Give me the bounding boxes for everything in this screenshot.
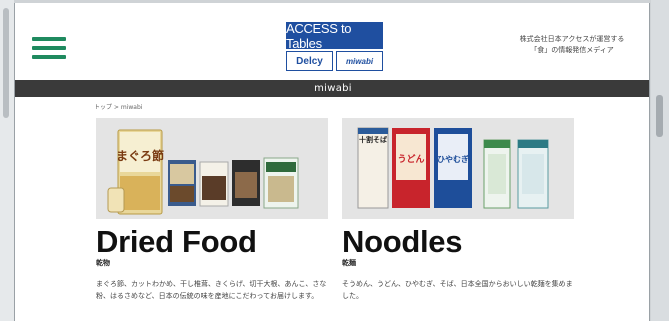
left-panel-edge [0,0,14,321]
left-scroll-thumb[interactable] [3,8,9,118]
scrollbar-thumb[interactable] [656,95,663,137]
tagline-line-1: 株式会社日本アクセスが運営する [519,35,625,43]
site-tagline: 株式会社日本アクセスが運営する 「食」の情報発信メディア [517,34,627,56]
photo-label-1: 十割そば [359,135,387,144]
card-title[interactable]: Dried Food [96,226,328,258]
dried-food-photo[interactable]: まぐろ節 [96,118,328,219]
tagline-line-2: 「食」の情報発信メディア [530,46,614,54]
card-title[interactable]: Noodles [342,226,574,258]
dried-food-products-image: まぐろ節 [107,129,299,215]
logo-wordmark: ACCESS to Tables [286,21,383,51]
card-description: そうめん、うどん、ひやむぎ、そば、日本全国からおいしい乾麺を集めました。 [342,280,573,300]
photo-label-1: まぐろ節 [116,148,164,163]
noodles-photo[interactable]: 十割そば うどん ひやむぎ [342,118,574,219]
card-subtitle: 乾麺 [342,259,356,267]
logo-chip-miwabi: miwabi [336,51,383,71]
site-logo[interactable]: ACCESS to Tables Delcy miwabi [286,21,383,71]
category-card-dried-food[interactable]: まぐろ節 Dried Food 乾物 まぐろ節、カットわかめ、干し椎茸、きくらげ… [96,118,328,302]
card-subtitle: 乾物 [96,259,110,267]
logo-chip-delcy: Delcy [286,51,333,71]
logo-brand-chips: Delcy miwabi [286,51,383,71]
photo-label-2: うどん [397,153,424,165]
subbar-title: miwabi [314,83,352,94]
vertical-scrollbar[interactable] [651,0,669,321]
category-card-noodles[interactable]: 十割そば うどん ひやむぎ Noodles 乾麺 そうめん、うどん、ひやむぎ、そ… [342,118,574,302]
brand-subbar: miwabi [15,80,649,97]
browser-viewport: ACCESS to Tables Delcy miwabi 株式会社日本アクセス… [14,3,650,321]
site-header: ACCESS to Tables Delcy miwabi 株式会社日本アクセス… [15,3,649,79]
photo-label-3: ひやむぎ [437,154,469,164]
card-description: まぐろ節、カットわかめ、干し椎茸、きくらげ、切干大根、あんこ、さな粉、はるさめな… [96,280,327,300]
hamburger-menu-icon[interactable] [32,37,66,59]
noodles-products-image: 十割そば うどん ひやむぎ [357,127,549,209]
breadcrumb[interactable]: トップ > miwabi [94,102,142,111]
